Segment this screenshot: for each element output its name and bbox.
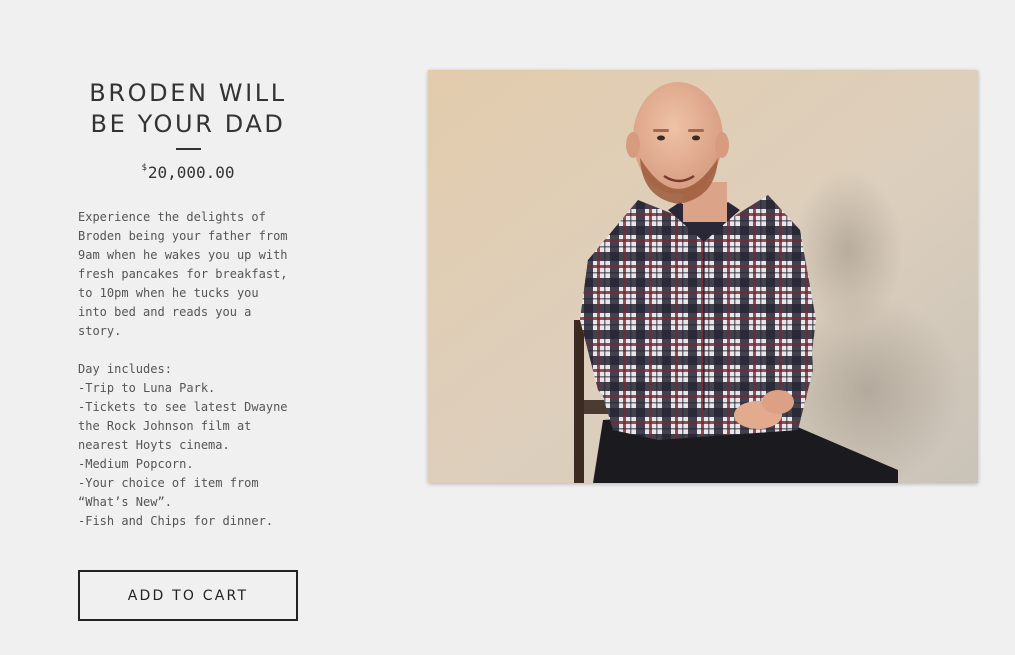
- includes-line: -Your choice of item from: [78, 476, 259, 490]
- description-line: story.: [78, 324, 122, 338]
- description-line: Experience the delights of: [78, 210, 266, 224]
- description-line: 9am when he wakes you up with: [78, 248, 288, 262]
- product-price: $20,000.00: [78, 163, 298, 182]
- includes-line: -Fish and Chips for dinner.: [78, 514, 274, 528]
- description-line: fresh pancakes for breakfast,: [78, 267, 288, 281]
- title-divider: [175, 148, 201, 150]
- includes-line: “What’s New”.: [78, 495, 172, 509]
- description-line: Broden being your father from: [78, 229, 288, 243]
- price-amount: 20,000.00: [147, 163, 235, 182]
- includes-line: -Medium Popcorn.: [78, 457, 194, 471]
- product-title-line-1: BRODEN WILL: [89, 79, 287, 107]
- product-title-line-2: BE YOUR DAD: [90, 110, 286, 138]
- includes-line: -Tickets to see latest Dwayne: [78, 400, 288, 414]
- product-image[interactable]: [428, 70, 978, 483]
- price-currency: $: [141, 163, 147, 173]
- product-info: BRODEN WILL BE YOUR DAD $20,000.00 Exper…: [78, 78, 298, 531]
- includes-line: -Trip to Luna Park.: [78, 381, 216, 395]
- description-line: into bed and reads you a: [78, 305, 252, 319]
- includes-heading: Day includes:: [78, 362, 172, 376]
- add-to-cart-button[interactable]: ADD TO CART: [78, 570, 298, 621]
- product-title: BRODEN WILL BE YOUR DAD: [78, 78, 298, 140]
- includes-line: the Rock Johnson film at: [78, 419, 252, 433]
- product-photo-illustration: [428, 70, 978, 483]
- includes-line: nearest Hoyts cinema.: [78, 438, 230, 452]
- product-description: Experience the delights of Broden being …: [78, 208, 298, 531]
- description-line: to 10pm when he tucks you: [78, 286, 259, 300]
